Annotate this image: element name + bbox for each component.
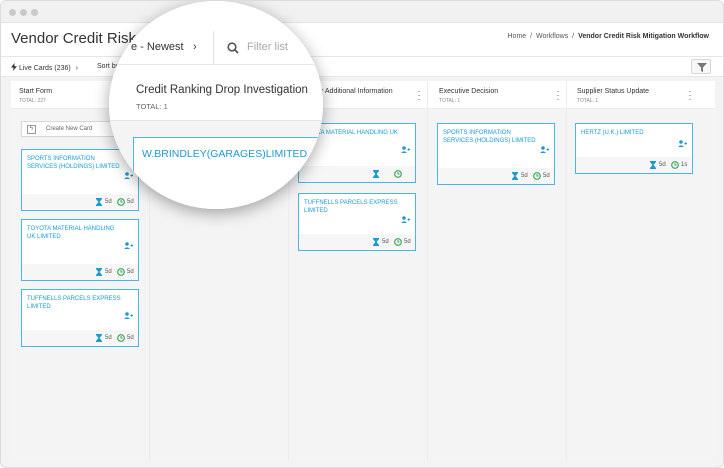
- hourglass-icon: [96, 334, 102, 342]
- kebab-menu-icon[interactable]: · · ·: [416, 87, 422, 104]
- breadcrumb-current: Vendor Credit Risk Mitigation Workflow: [578, 33, 709, 40]
- card-time: 5d: [127, 269, 134, 275]
- breadcrumb-separator: /: [530, 33, 533, 40]
- card[interactable]: HERTZ (U.K.) LIMITED 5d 1s: [575, 123, 693, 174]
- column-total: TOTAL: 1: [577, 98, 599, 104]
- column-title: Executive Decision: [439, 88, 499, 95]
- magnified-column-body: W.BRINDLEY(GARAGES)LIMITED: [109, 121, 323, 209]
- card-title: W.BRINDLEY(GARAGES)LIMITED: [142, 148, 308, 160]
- card-footer: 5d 5d: [438, 168, 554, 184]
- create-new-card-label: Create New Card: [46, 126, 93, 132]
- search-icon: [227, 42, 239, 54]
- card-time: 5d: [404, 239, 411, 245]
- card-footer: 5d 5d: [22, 330, 138, 346]
- window-dot[interactable]: [9, 9, 16, 16]
- user-assign-icon[interactable]: [540, 146, 549, 153]
- card-age: 5d: [659, 162, 666, 168]
- kebab-menu-icon[interactable]: · · ·: [687, 87, 693, 104]
- clock-icon: [394, 170, 402, 178]
- user-assign-icon[interactable]: [678, 140, 687, 147]
- column-title: r Additional Information: [321, 88, 393, 95]
- card-age: 5d: [382, 239, 389, 245]
- window-dot[interactable]: [31, 9, 38, 16]
- card-time: 5d: [127, 335, 134, 341]
- user-assign-icon[interactable]: [401, 216, 410, 223]
- hourglass-icon: [96, 268, 102, 276]
- magnifier-overlay: e - Newest › Filter list Credit Ranking …: [109, 1, 323, 209]
- kebab-menu-icon[interactable]: · · ·: [555, 87, 561, 104]
- hourglass-icon: [373, 238, 379, 246]
- card-age: 5d: [105, 269, 112, 275]
- user-assign-icon[interactable]: [124, 312, 133, 319]
- hourglass-icon: [96, 198, 102, 206]
- card-title: TOYOTA MATERIAL HANDLING UK LIMITED: [27, 226, 115, 240]
- hourglass-icon: [373, 170, 379, 178]
- card[interactable]: TOYOTA MATERIAL HANDLING UK LIMITED 5d 5…: [21, 219, 139, 281]
- magnified-toolbar: e - Newest › Filter list: [109, 1, 323, 65]
- filter-list-input[interactable]: Filter list: [247, 41, 288, 53]
- magnified-column-header: Credit Ranking Drop Investigation TOTAL:…: [109, 65, 323, 121]
- card-age: 5d: [521, 173, 528, 179]
- breadcrumb-separator: /: [572, 33, 575, 40]
- column-header: Supplier Status Update TOTAL: 1 · · ·: [567, 81, 715, 109]
- card-time: 5d: [543, 173, 550, 179]
- card-title: HERTZ (U.K.) LIMITED: [581, 130, 644, 136]
- column-body: SPORTS INFORMATION SERVICES (HOLDINGS) L…: [428, 109, 566, 461]
- column-body: HERTZ (U.K.) LIMITED 5d 1s: [567, 109, 715, 461]
- chevron-right-icon[interactable]: ›: [193, 41, 197, 53]
- column-total: TOTAL: 1: [439, 98, 461, 104]
- filter-button[interactable]: [691, 59, 711, 74]
- column-total: TOTAL: 1: [136, 102, 168, 111]
- card-title: TUFFNELLS PARCELS EXPRESS LIMITED: [27, 296, 121, 310]
- breadcrumb: Home / Workflows / Vendor Credit Risk Mi…: [508, 33, 712, 40]
- filter-icon: [697, 63, 707, 72]
- breadcrumb-workflows[interactable]: Workflows: [536, 33, 568, 40]
- column-supplier-status-update: Supplier Status Update TOTAL: 1 · · · HERT…: [567, 81, 715, 461]
- chevron-right-icon: ›: [75, 65, 78, 72]
- column-title: Credit Ranking Drop Investigation: [136, 84, 308, 96]
- card-footer: 5d 5d: [22, 264, 138, 280]
- column-title: Supplier Status Update: [577, 88, 649, 95]
- card-time: 1s: [681, 162, 688, 168]
- window-dot[interactable]: [20, 9, 27, 16]
- column-header: Executive Decision TOTAL: 1 · · ·: [428, 81, 566, 109]
- card-footer: 5d 5d: [299, 234, 415, 250]
- clock-icon: [117, 334, 125, 342]
- card-footer: 5d 1s: [576, 157, 692, 173]
- hourglass-icon: [512, 172, 518, 180]
- card-title: SPORTS INFORMATION SERVICES (HOLDINGS) L…: [27, 156, 120, 170]
- app-window: Vendor Credit Risk Mitigation Workflow H…: [0, 0, 724, 468]
- card-age: 5d: [105, 335, 112, 341]
- breadcrumb-home[interactable]: Home: [508, 33, 527, 40]
- lightning-icon: [11, 63, 17, 71]
- clock-icon: [671, 161, 679, 169]
- card[interactable]: W.BRINDLEY(GARAGES)LIMITED: [133, 137, 323, 209]
- live-cards-dropdown[interactable]: Live Cards (236) ›: [11, 63, 78, 72]
- user-assign-icon[interactable]: [124, 242, 133, 249]
- column-title: Start Form: [19, 88, 53, 95]
- sort-value[interactable]: e - Newest: [131, 41, 184, 53]
- card[interactable]: TUFFNELLS PARCELS EXPRESS LIMITED 5d 5d: [21, 289, 139, 347]
- clock-icon: [533, 172, 541, 180]
- user-assign-icon[interactable]: [401, 146, 410, 153]
- divider: [213, 31, 214, 65]
- card[interactable]: SPORTS INFORMATION SERVICES (HOLDINGS) L…: [437, 123, 555, 185]
- hourglass-icon: [650, 161, 656, 169]
- card-title: SPORTS INFORMATION SERVICES (HOLDINGS) L…: [443, 130, 536, 144]
- clock-icon: [117, 268, 125, 276]
- clock-icon: [394, 238, 402, 246]
- live-cards-label: Live Cards (236): [18, 65, 71, 72]
- lightning-icon: ϟ: [27, 125, 36, 134]
- column-total: TOTAL: 227: [19, 98, 46, 104]
- column-executive-decision: Executive Decision TOTAL: 1 · · · SPORTS I…: [428, 81, 567, 461]
